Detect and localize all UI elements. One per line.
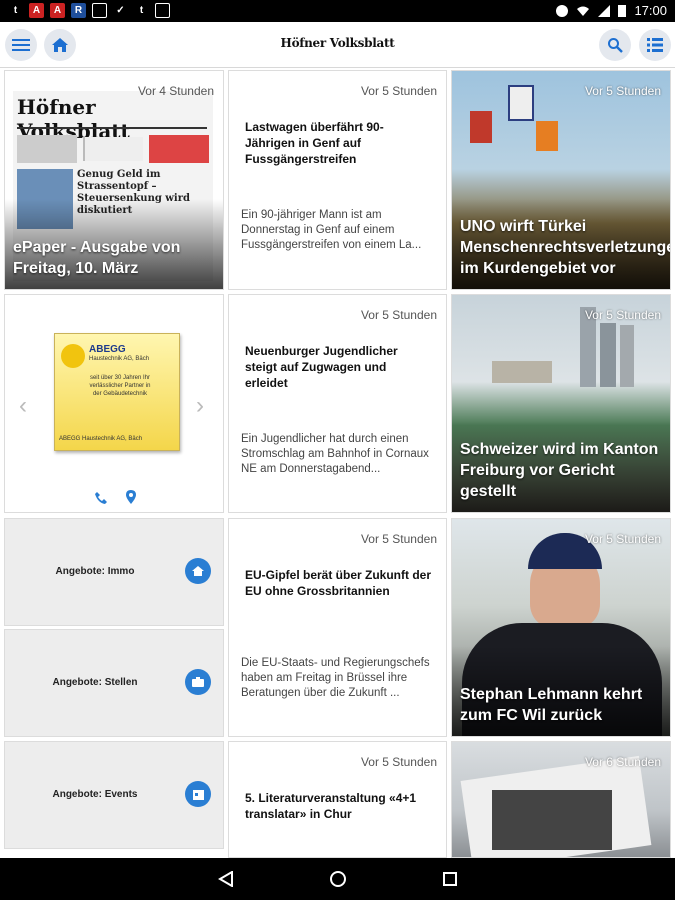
list-icon (647, 38, 663, 52)
news-tile-3[interactable]: Vor 5 Stunden EU-Gipfel berät über Zukun… (228, 518, 447, 737)
newspaper-photo (492, 790, 612, 850)
check-icon: ✓ (116, 5, 125, 16)
flag-3 (536, 121, 558, 151)
recents-square-icon (443, 872, 457, 886)
offer-events[interactable]: Angebote: Events (4, 741, 224, 849)
app-a-icon: A (29, 3, 44, 18)
image-tile-3[interactable]: Vor 5 Stunden Stephan Lehmann kehrt zum … (451, 518, 671, 737)
img1-time: Vor 5 Stunden (584, 84, 661, 98)
vibrate-icon (556, 4, 569, 17)
search-icon (608, 38, 623, 53)
image-tile-4[interactable]: Vor 6 Stunden (451, 741, 671, 858)
recents-button[interactable] (438, 868, 462, 890)
news1-headline: Lastwagen überfährt 90-Jährigen in Genf … (245, 120, 384, 166)
ad-company: ABEGG (89, 344, 126, 355)
ad-subtitle: Haustechnik AG, Bäch (89, 356, 150, 362)
content-grid: Höfner Volksblatt Genug Geld im Strassen… (0, 68, 675, 858)
gallery-icon (155, 3, 170, 18)
cover-column (83, 137, 143, 161)
back-button[interactable] (214, 868, 238, 890)
epaper-title: ePaper - Ausgabe von Freitag, 10. März (13, 239, 181, 277)
prev-arrow-icon[interactable]: ‹ (19, 392, 27, 420)
img2-title: Schweizer wird im Kanton Freiburg vor Ge… (460, 441, 659, 500)
img1-title: UNO wirft Türkei Menschenrechtsverletzun… (460, 218, 671, 277)
news3-headline: EU-Gipfel berät über Zukunft der EU ohne… (245, 568, 432, 598)
location-pin-icon[interactable] (125, 489, 137, 505)
news2-time: Vor 5 Stunden (360, 308, 437, 322)
news2-headline: Neuenburger Jugendlicher steigt auf Zugw… (245, 344, 398, 390)
list-view-button[interactable] (639, 29, 671, 61)
ad-tile[interactable]: ‹ › ABEGG Haustechnik AG, Bäch seit über… (4, 294, 224, 513)
rt-icon: R (71, 3, 86, 18)
home-circle-icon (330, 871, 346, 887)
news1-teaser: Ein 90-jähriger Mann ist am Donnerstag i… (241, 209, 422, 251)
twitter2-icon: t (139, 5, 144, 16)
twitter-icon: t (13, 5, 18, 16)
epaper-time: Vor 4 Stunden (137, 84, 214, 98)
briefcase-icon (185, 669, 211, 695)
ad-banner[interactable]: ABEGG Haustechnik AG, Bäch seit über 30 … (54, 333, 180, 451)
offer-events-label: Angebote: Events (52, 789, 138, 800)
news-tile-1[interactable]: Vor 5 Stunden Lastwagen überfährt 90-Jäh… (228, 70, 447, 290)
offer-stellen[interactable]: Angebote: Stellen (4, 629, 224, 737)
ad-body: seit über 30 Jahren Ihr verlässlicher Pa… (89, 375, 151, 397)
next-arrow-icon[interactable]: › (196, 392, 204, 420)
img2-time: Vor 5 Stunden (584, 308, 661, 322)
news1-time: Vor 5 Stunden (360, 84, 437, 98)
tower-3 (620, 325, 634, 387)
news2-teaser: Ein Jugendlicher hat durch einen Stromsc… (241, 433, 429, 475)
home-nav-button[interactable] (326, 868, 350, 890)
flag-1 (470, 111, 492, 143)
calendar-icon (185, 781, 211, 807)
offer-immo-label: Angebote: Immo (55, 566, 135, 577)
image-tile-1[interactable]: Vor 5 Stunden UNO wirft Türkei Menschenr… (451, 70, 671, 290)
wifi-icon (577, 6, 590, 16)
image-tile-2[interactable]: Vor 5 Stunden Schweizer wird im Kanton F… (451, 294, 671, 513)
img3-title: Stephan Lehmann kehrt zum FC Wil zurück (460, 686, 643, 724)
app-bar: Höfner Volksblatt (0, 22, 675, 68)
news3-teaser: Die EU-Staats- und Regierungschefs haben… (241, 657, 430, 699)
app-title: Höfner Volksblatt (280, 36, 395, 50)
news-tile-2[interactable]: Vor 5 Stunden Neuenburger Jugendlicher s… (228, 294, 447, 513)
sun-icon (61, 344, 85, 368)
app-a2-icon: A (50, 3, 65, 18)
ad-footer: ABEGG Haustechnik AG, Bäch (59, 436, 143, 442)
house-icon (185, 558, 211, 584)
news-tile-4[interactable]: Vor 5 Stunden 5. Literaturveranstaltung … (228, 741, 447, 858)
offer-immo[interactable]: Angebote: Immo (4, 518, 224, 626)
signal-icon (598, 4, 611, 17)
offer-stellen-label: Angebote: Stellen (52, 677, 138, 688)
epaper-tile[interactable]: Höfner Volksblatt Genug Geld im Strassen… (4, 70, 224, 290)
back-triangle-icon (218, 871, 233, 887)
news4-headline: 5. Literaturveranstaltung «4+1 translata… (245, 791, 417, 821)
clock: 17:00 (634, 3, 667, 18)
navigation-bar (0, 858, 675, 900)
status-bar: t A A R ✓ t 17:00 (0, 0, 675, 22)
notification-icons: t A A R ✓ t (8, 3, 170, 18)
img4-time: Vor 6 Stunden (584, 755, 661, 769)
cover-thumb (17, 135, 77, 163)
battery-icon (618, 5, 627, 17)
phone-icon[interactable] (94, 491, 108, 505)
flag-2 (508, 85, 534, 121)
cover-photo (149, 135, 209, 163)
building-low (492, 361, 552, 383)
image-icon (92, 3, 107, 18)
masthead-rule (17, 127, 207, 129)
img3-time: Vor 5 Stunden (584, 532, 661, 546)
news3-time: Vor 5 Stunden (360, 532, 437, 546)
tower-2 (600, 323, 616, 387)
search-button[interactable] (599, 29, 631, 61)
news4-time: Vor 5 Stunden (360, 755, 437, 769)
